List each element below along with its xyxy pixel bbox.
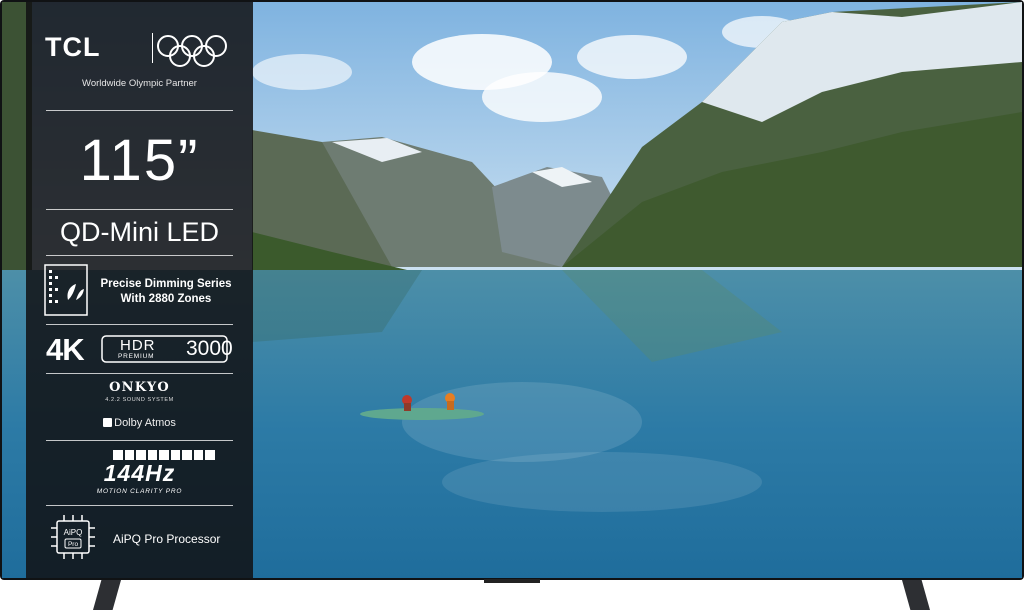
hdr-nits: 3000 xyxy=(186,337,233,360)
brand-logo: TCL xyxy=(45,32,101,62)
hdr-premium-label: PREMIUM xyxy=(118,353,155,360)
tv-center-foot xyxy=(484,579,540,583)
partner-text: Worldwide Olympic Partner xyxy=(82,78,197,89)
processor-feature: AiPQ Pro AiPQ Pro Processor xyxy=(26,514,253,564)
brand-separator xyxy=(152,33,153,63)
chip-label-bottom: Pro xyxy=(68,541,79,548)
brand-header: TCL Worldwide Olympic Partner xyxy=(26,30,253,89)
divider xyxy=(46,255,233,256)
feature-panel: TCL Worldwide Olympic Partner 115” QD-Mi… xyxy=(26,2,253,578)
tv-stand-left xyxy=(93,580,121,610)
olympic-rings-icon xyxy=(154,32,238,77)
audio-brand: ONKYO xyxy=(109,380,170,395)
divider xyxy=(46,209,233,210)
dolby-label: Dolby Atmos xyxy=(114,417,176,429)
processor-label: AiPQ Pro Processor xyxy=(113,532,221,546)
chip-label-top: AiPQ xyxy=(64,528,83,537)
dimming-feature: Precise Dimming Series With 2880 Zones xyxy=(26,264,253,318)
hdr-label: HDR xyxy=(120,337,156,354)
refresh-bars-icon xyxy=(113,450,217,460)
motion-clarity: MOTION CLARITY PRO xyxy=(96,488,183,495)
screen-size: 115” xyxy=(79,128,200,193)
divider xyxy=(46,505,233,506)
divider xyxy=(46,373,233,374)
refresh-rate: 144Hz xyxy=(103,460,176,486)
divider xyxy=(46,440,233,441)
tv-stand-right xyxy=(902,580,930,610)
resolution-label: 4K xyxy=(46,332,85,367)
display-technology: QD-Mini LED xyxy=(59,217,220,247)
dimming-line-1: Precise Dimming Series xyxy=(100,278,232,290)
chip-icon: AiPQ Pro xyxy=(50,514,96,565)
tv-frame: TCL Worldwide Olympic Partner 115” QD-Mi… xyxy=(0,0,1024,580)
hdr-badge: HDR PREMIUM 3000 xyxy=(101,335,251,363)
dolby-icon xyxy=(103,418,113,427)
divider xyxy=(46,324,233,325)
hdr-feature: 4K HDR PREMIUM 3000 xyxy=(26,332,253,368)
dimming-text: Precise Dimming Series With 2880 Zones xyxy=(96,277,236,307)
divider xyxy=(46,110,233,111)
dimming-zones-icon xyxy=(44,264,88,321)
audio-system: 4.2.2 SOUND SYSTEM xyxy=(105,397,174,403)
canoe-shape xyxy=(360,408,484,420)
dolby-atmos: Dolby Atmos xyxy=(26,417,253,429)
dimming-line-2: With 2880 Zones xyxy=(120,293,212,305)
